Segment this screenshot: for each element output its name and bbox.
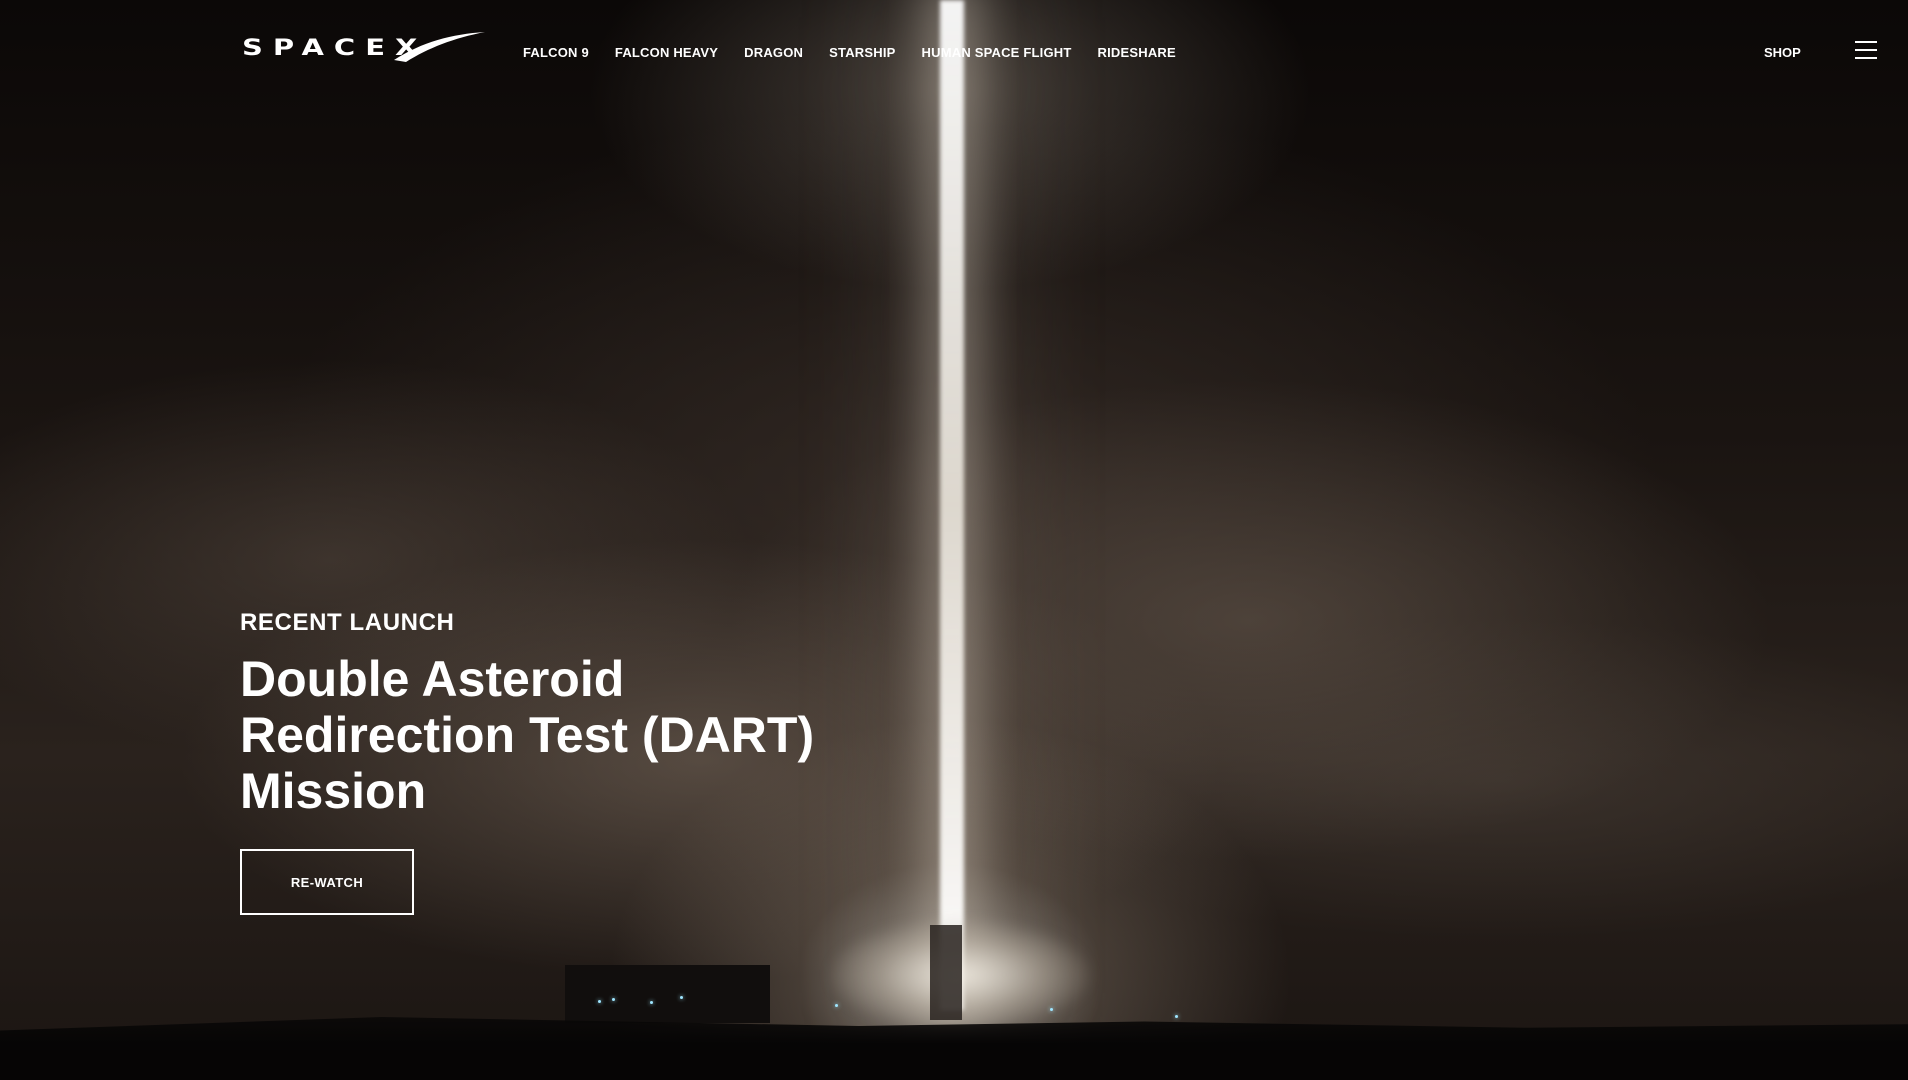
rocket-exhaust-beam (940, 0, 964, 1010)
main-nav: FALCON 9 FALCON HEAVY DRAGON STARSHIP HU… (523, 45, 1202, 60)
rewatch-button[interactable]: RE-WATCH (240, 849, 414, 915)
spacex-logo[interactable]: SPACEX (242, 30, 485, 66)
hamburger-menu-icon[interactable] (1855, 41, 1877, 59)
logo-swoosh-icon (394, 32, 485, 62)
nav-item-falcon-heavy[interactable]: FALCON HEAVY (615, 45, 718, 60)
launch-facility-building (565, 965, 770, 1023)
launch-tower (930, 925, 962, 1020)
nav-item-rideshare[interactable]: RIDESHARE (1098, 45, 1176, 60)
hero-eyebrow: RECENT LAUNCH (240, 609, 455, 636)
nav-item-dragon[interactable]: DRAGON (744, 45, 803, 60)
hero-section: SPACEX FALCON 9 FALCON HEAVY DRAGON STAR… (0, 0, 1908, 1080)
shop-link[interactable]: SHOP (1764, 45, 1801, 60)
hero-headline: Double Asteroid Redirection Test (DART) … (240, 651, 815, 819)
hero-content: RECENT LAUNCH Double Asteroid Redirectio… (240, 605, 940, 915)
nav-item-falcon-9[interactable]: FALCON 9 (523, 45, 589, 60)
nav-item-starship[interactable]: STARSHIP (829, 45, 895, 60)
site-header: SPACEX FALCON 9 FALCON HEAVY DRAGON STAR… (0, 0, 1908, 105)
nav-item-human-space-flight[interactable]: HUMAN SPACE FLIGHT (922, 45, 1072, 60)
